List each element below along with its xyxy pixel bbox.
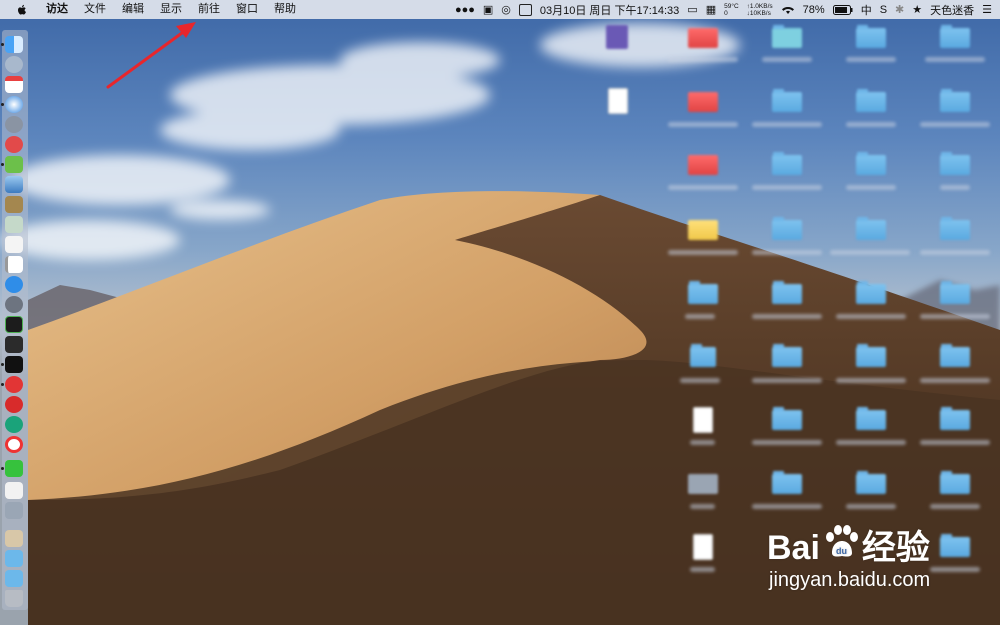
annotation-arrow [106,22,196,89]
